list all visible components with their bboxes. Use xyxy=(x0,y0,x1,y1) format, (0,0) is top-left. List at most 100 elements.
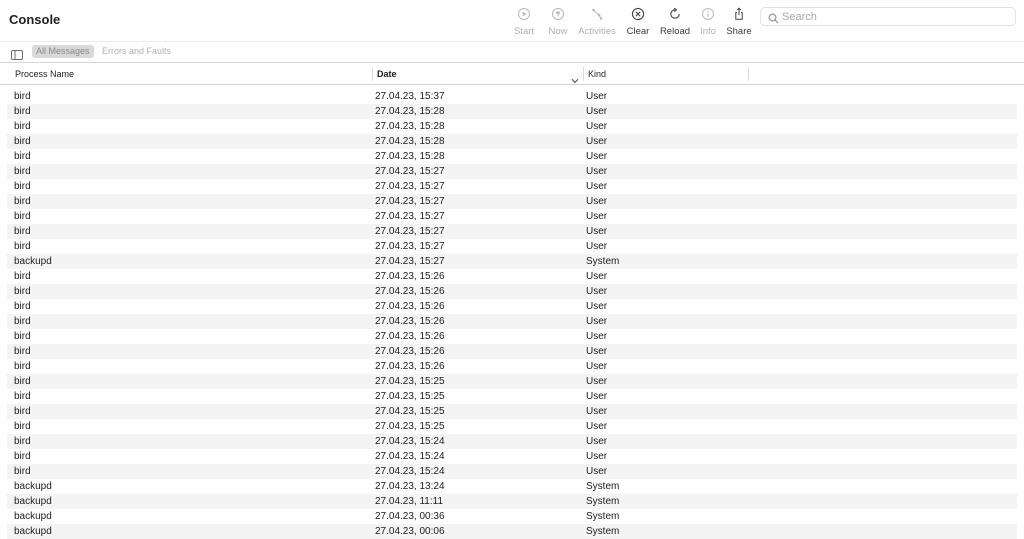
table-row[interactable]: bird 27.04.23, 15:26 User xyxy=(7,344,1017,359)
process-name-cell: bird xyxy=(14,391,31,402)
kind-cell: System xyxy=(586,526,620,537)
search-icon xyxy=(768,11,779,29)
date-cell: 27.04.23, 15:24 xyxy=(375,451,445,462)
table-row[interactable]: bird 27.04.23, 15:26 User xyxy=(7,314,1017,329)
now-button[interactable]: Now xyxy=(538,7,578,37)
column-header-process[interactable]: Process Name xyxy=(15,69,74,79)
date-cell: 27.04.23, 15:27 xyxy=(375,241,445,252)
table-row[interactable]: bird 27.04.23, 15:27 User xyxy=(7,179,1017,194)
process-name-cell: bird xyxy=(14,106,31,117)
table-row[interactable]: backupd 27.04.23, 11:11 System xyxy=(7,494,1017,509)
table-row[interactable]: bird 27.04.23, 15:27 User xyxy=(7,224,1017,239)
table-row[interactable]: bird 27.04.23, 15:28 User xyxy=(7,149,1017,164)
column-header-kind[interactable]: Kind xyxy=(588,69,606,79)
date-cell: 27.04.23, 11:11 xyxy=(375,496,444,507)
kind-cell: User xyxy=(586,451,608,462)
kind-cell: User xyxy=(586,241,608,252)
date-cell: 27.04.23, 15:24 xyxy=(375,466,445,477)
kind-cell: User xyxy=(586,346,608,357)
table-row[interactable]: bird 27.04.23, 15:27 User xyxy=(7,194,1017,209)
date-cell: 27.04.23, 15:27 xyxy=(375,226,445,237)
table-row[interactable]: bird 27.04.23, 15:28 User xyxy=(7,104,1017,119)
date-cell: 27.04.23, 15:26 xyxy=(375,316,445,327)
table-row[interactable]: bird 27.04.23, 15:24 User xyxy=(7,449,1017,464)
date-cell: 27.04.23, 15:25 xyxy=(375,376,445,387)
process-name-cell: bird xyxy=(14,226,31,237)
column-divider[interactable] xyxy=(372,67,373,81)
kind-cell: User xyxy=(586,421,608,432)
process-name-cell: bird xyxy=(14,181,31,192)
kind-cell: User xyxy=(586,466,608,477)
date-cell: 27.04.23, 15:26 xyxy=(375,331,445,342)
table-row[interactable]: backupd 27.04.23, 00:06 System xyxy=(7,524,1017,539)
search-field[interactable] xyxy=(760,7,1016,26)
table-row[interactable]: backupd 27.04.23, 13:24 System xyxy=(7,479,1017,494)
table-row[interactable]: bird 27.04.23, 15:26 User xyxy=(7,269,1017,284)
table-row[interactable]: bird 27.04.23, 15:25 User xyxy=(7,419,1017,434)
column-divider[interactable] xyxy=(583,67,584,81)
all-messages-filter[interactable]: All Messages xyxy=(32,45,94,58)
clear-label: Clear xyxy=(626,26,650,37)
process-name-cell: bird xyxy=(14,91,31,102)
kind-cell: System xyxy=(586,496,620,507)
date-cell: 27.04.23, 15:37 xyxy=(375,91,445,102)
date-cell: 27.04.23, 15:26 xyxy=(375,361,445,372)
process-name-cell: bird xyxy=(14,211,31,222)
clear-button[interactable]: Clear xyxy=(618,7,658,37)
table-row[interactable]: bird 27.04.23, 15:26 User xyxy=(7,329,1017,344)
table-row[interactable]: bird 27.04.23, 15:25 User xyxy=(7,389,1017,404)
process-name-cell: bird xyxy=(14,136,31,147)
date-cell: 27.04.23, 15:26 xyxy=(375,286,445,297)
table-row[interactable]: bird 27.04.23, 15:26 User xyxy=(7,284,1017,299)
share-button[interactable]: Share xyxy=(719,7,759,37)
table-row[interactable]: bird 27.04.23, 15:24 User xyxy=(7,464,1017,479)
table-row[interactable]: bird 27.04.23, 15:28 User xyxy=(7,134,1017,149)
process-name-cell: backupd xyxy=(14,481,52,492)
table-row[interactable]: bird 27.04.23, 15:37 User xyxy=(7,89,1017,104)
kind-cell: User xyxy=(586,361,608,372)
process-name-cell: backupd xyxy=(14,511,52,522)
errors-and-faults-filter[interactable]: Errors and Faults xyxy=(98,45,175,58)
process-name-cell: bird xyxy=(14,376,31,387)
table-row[interactable]: bird 27.04.23, 15:25 User xyxy=(7,374,1017,389)
column-header-date[interactable]: Date xyxy=(377,69,397,79)
date-cell: 27.04.23, 15:25 xyxy=(375,391,445,402)
table-row[interactable]: bird 27.04.23, 15:24 User xyxy=(7,434,1017,449)
process-name-cell: backupd xyxy=(14,526,52,537)
table-row[interactable]: bird 27.04.23, 15:25 User xyxy=(7,404,1017,419)
toolbar: Console Start Now Activities Clear Reloa… xyxy=(0,0,1024,41)
chevron-down-icon xyxy=(571,71,579,89)
date-cell: 27.04.23, 15:26 xyxy=(375,301,445,312)
table-row[interactable]: bird 27.04.23, 15:26 User xyxy=(7,359,1017,374)
table-row[interactable]: backupd 27.04.23, 00:36 System xyxy=(7,509,1017,524)
share-icon xyxy=(719,7,759,25)
kind-cell: User xyxy=(586,196,608,207)
kind-cell: User xyxy=(586,436,608,447)
arrow-up-circle-icon xyxy=(538,7,578,25)
window-title: Console xyxy=(9,12,61,27)
kind-cell: User xyxy=(586,91,608,102)
table-row[interactable]: bird 27.04.23, 15:26 User xyxy=(7,299,1017,314)
kind-cell: User xyxy=(586,316,608,327)
sidebar-toggle-icon[interactable] xyxy=(11,47,23,65)
kind-cell: User xyxy=(586,211,608,222)
process-name-cell: bird xyxy=(14,316,31,327)
activities-button[interactable]: Activities xyxy=(577,7,617,37)
date-cell: 27.04.23, 15:26 xyxy=(375,271,445,282)
date-cell: 27.04.23, 15:28 xyxy=(375,136,445,147)
date-cell: 27.04.23, 15:26 xyxy=(375,346,445,357)
table-row[interactable]: bird 27.04.23, 15:28 User xyxy=(7,119,1017,134)
table-row[interactable]: bird 27.04.23, 15:27 User xyxy=(7,239,1017,254)
now-label: Now xyxy=(548,26,568,37)
table-row[interactable]: bird 27.04.23, 15:27 User xyxy=(7,164,1017,179)
activities-label: Activities xyxy=(578,26,616,37)
search-input[interactable] xyxy=(782,9,1008,24)
process-name-cell: bird xyxy=(14,451,31,462)
table-row[interactable]: backupd 27.04.23, 15:27 System xyxy=(7,254,1017,269)
column-divider[interactable] xyxy=(748,67,749,81)
kind-cell: User xyxy=(586,166,608,177)
table-row[interactable]: bird 27.04.23, 15:27 User xyxy=(7,209,1017,224)
kind-cell: User xyxy=(586,331,608,342)
date-cell: 27.04.23, 15:28 xyxy=(375,121,445,132)
kind-cell: User xyxy=(586,301,608,312)
